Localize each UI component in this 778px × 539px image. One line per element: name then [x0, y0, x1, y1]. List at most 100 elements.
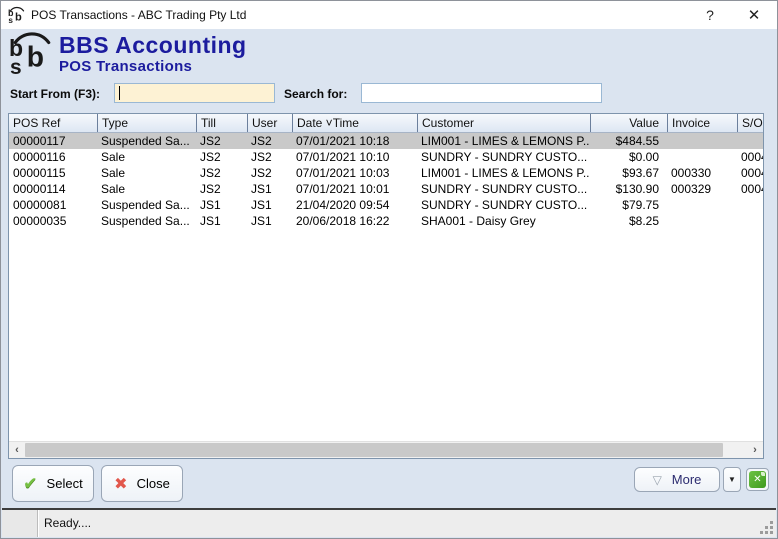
window-close-button[interactable]: ✕ [739, 1, 769, 29]
cell-pos-ref: 00000114 [9, 181, 97, 197]
table-header: POS Ref Type Till User Date ˅Time Custom… [9, 114, 763, 133]
close-x-icon: ✖ [114, 474, 127, 494]
status-text: Ready.... [38, 510, 776, 537]
cell-so [737, 197, 763, 213]
more-dropdown-button[interactable]: ▼ [723, 467, 741, 492]
more-button-label: More [672, 472, 702, 487]
column-header-customer[interactable]: Customer [417, 114, 590, 132]
svg-text:b: b [27, 41, 44, 73]
cell-so: 00043 [737, 149, 763, 165]
column-header-till[interactable]: Till [196, 114, 247, 132]
cell-user: JS1 [247, 213, 292, 229]
column-header-user[interactable]: User [247, 114, 292, 132]
cell-invoice [667, 213, 737, 229]
cell-customer: SUNDRY - SUNDRY CUSTO... [417, 197, 590, 213]
cell-date-time: 07/01/2021 10:03 [292, 165, 417, 181]
dialog-content: b s b BBS Accounting POS Transactions St… [2, 29, 776, 537]
cell-type: Suspended Sa... [97, 197, 196, 213]
cell-customer: SUNDRY - SUNDRY CUSTO... [417, 181, 590, 197]
search-for-label: Search for: [284, 87, 347, 101]
cell-date-time: 07/01/2021 10:01 [292, 181, 417, 197]
scrollbar-thumb[interactable] [25, 443, 723, 457]
cell-type: Sale [97, 165, 196, 181]
horizontal-scrollbar[interactable]: ‹ › [9, 441, 763, 458]
cell-customer: LIM001 - LIMES & LEMONS P... [417, 133, 590, 149]
brand-name: BBS Accounting [59, 32, 247, 59]
start-from-input[interactable] [114, 83, 275, 103]
column-header-invoice[interactable]: Invoice [667, 114, 737, 132]
cell-type: Suspended Sa... [97, 133, 196, 149]
cell-value: $8.25 [590, 213, 667, 229]
table-body: 00000117Suspended Sa...JS2JS207/01/2021 … [9, 133, 763, 441]
export-excel-button[interactable]: ✕ [746, 468, 769, 491]
cell-user: JS1 [247, 197, 292, 213]
cell-till: JS2 [196, 181, 247, 197]
cell-customer: SHA001 - Daisy Grey [417, 213, 590, 229]
search-input[interactable] [361, 83, 602, 103]
cell-type: Sale [97, 149, 196, 165]
cell-till: JS2 [196, 133, 247, 149]
start-from-label: Start From (F3): [10, 87, 100, 101]
select-button-label: Select [47, 476, 83, 491]
cell-pos-ref: 00000035 [9, 213, 97, 229]
cell-user: JS2 [247, 165, 292, 181]
table-row[interactable]: 00000117Suspended Sa...JS2JS207/01/2021 … [9, 133, 763, 149]
cell-date-time: 20/06/2018 16:22 [292, 213, 417, 229]
page-title: POS Transactions [59, 58, 192, 75]
cell-invoice [667, 197, 737, 213]
scroll-left-arrow[interactable]: ‹ [9, 442, 25, 458]
select-button[interactable]: ✔ Select [12, 465, 94, 502]
cell-pos-ref: 00000116 [9, 149, 97, 165]
status-bar: Ready.... [2, 510, 776, 537]
cell-value: $484.55 [590, 133, 667, 149]
cell-invoice [667, 149, 737, 165]
column-header-type[interactable]: Type [97, 114, 196, 132]
cell-till: JS1 [196, 197, 247, 213]
svg-text:s: s [8, 16, 13, 24]
table-row[interactable]: 00000114SaleJS2JS107/01/2021 10:01SUNDRY… [9, 181, 763, 197]
cell-invoice: 000329 [667, 181, 737, 197]
close-button-label: Close [137, 476, 170, 491]
column-header-so[interactable]: S/O [737, 114, 763, 132]
window-title: POS Transactions - ABC Trading Pty Ltd [31, 1, 246, 29]
scrollbar-track[interactable] [723, 442, 747, 458]
cell-value: $130.90 [590, 181, 667, 197]
scroll-right-arrow[interactable]: › [747, 442, 763, 458]
close-button[interactable]: ✖ Close [101, 465, 183, 502]
cell-user: JS2 [247, 149, 292, 165]
table-row[interactable]: 00000081Suspended Sa...JS1JS121/04/2020 … [9, 197, 763, 213]
cell-pos-ref: 00000115 [9, 165, 97, 181]
column-header-date-time[interactable]: Date ˅Time [292, 114, 417, 132]
cell-customer: LIM001 - LIMES & LEMONS P... [417, 165, 590, 181]
svg-text:b: b [15, 11, 22, 23]
cell-so: 00042 [737, 181, 763, 197]
cell-so [737, 133, 763, 149]
column-header-value[interactable]: Value [590, 114, 667, 132]
table-row[interactable]: 00000035Suspended Sa...JS1JS120/06/2018 … [9, 213, 763, 229]
cell-invoice [667, 133, 737, 149]
transactions-table: POS Ref Type Till User Date ˅Time Custom… [8, 113, 764, 459]
help-button[interactable]: ? [695, 1, 725, 29]
check-icon: ✔ [23, 474, 37, 494]
triangle-down-icon: ▽ [653, 474, 662, 486]
bbs-logo: b s b [9, 31, 55, 75]
cell-till: JS2 [196, 149, 247, 165]
cell-date-time: 21/04/2020 09:54 [292, 197, 417, 213]
cell-customer: SUNDRY - SUNDRY CUSTO... [417, 149, 590, 165]
cell-value: $79.75 [590, 197, 667, 213]
app-logo-icon: b s b [8, 6, 26, 24]
text-caret [119, 86, 120, 100]
resize-grip[interactable] [760, 521, 773, 534]
status-left-cell [2, 510, 38, 537]
table-row[interactable]: 00000116SaleJS2JS207/01/2021 10:10SUNDRY… [9, 149, 763, 165]
cell-type: Sale [97, 181, 196, 197]
titlebar: b s b POS Transactions - ABC Trading Pty… [1, 1, 777, 29]
excel-icon: ✕ [749, 471, 766, 488]
cell-user: JS1 [247, 181, 292, 197]
column-header-pos-ref[interactable]: POS Ref [9, 114, 97, 132]
cell-till: JS2 [196, 165, 247, 181]
more-button[interactable]: ▽ More [634, 467, 720, 492]
cell-till: JS1 [196, 213, 247, 229]
table-row[interactable]: 00000115SaleJS2JS207/01/2021 10:03LIM001… [9, 165, 763, 181]
cell-date-time: 07/01/2021 10:10 [292, 149, 417, 165]
